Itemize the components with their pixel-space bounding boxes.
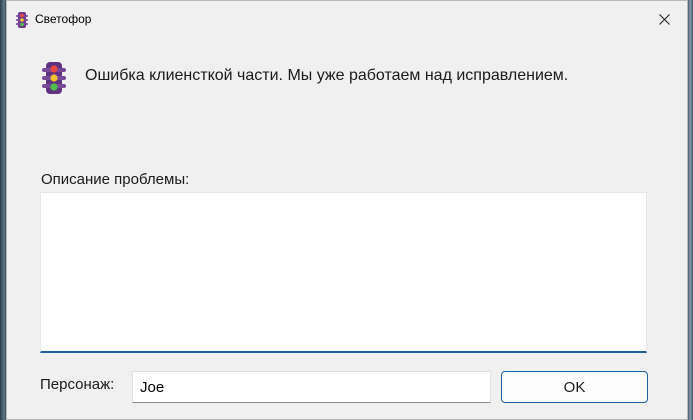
description-label: Описание проблемы:	[41, 171, 190, 188]
ok-button[interactable]: OK	[501, 371, 648, 403]
traffic-light-icon	[42, 62, 66, 94]
close-icon	[658, 13, 670, 25]
character-label: Персонаж:	[40, 376, 115, 393]
character-input[interactable]	[132, 371, 491, 403]
description-textarea[interactable]	[40, 192, 647, 353]
title-bar[interactable]: Светофор	[7, 1, 687, 37]
error-message: Ошибка клиенсткой части. Мы уже работаем…	[85, 67, 569, 84]
dialog-window: Светофор Ошибка клиенсткой части. Мы уже…	[6, 0, 688, 420]
window-title: Светофор	[35, 12, 92, 26]
close-button[interactable]	[641, 1, 687, 37]
traffic-light-icon	[16, 12, 28, 28]
